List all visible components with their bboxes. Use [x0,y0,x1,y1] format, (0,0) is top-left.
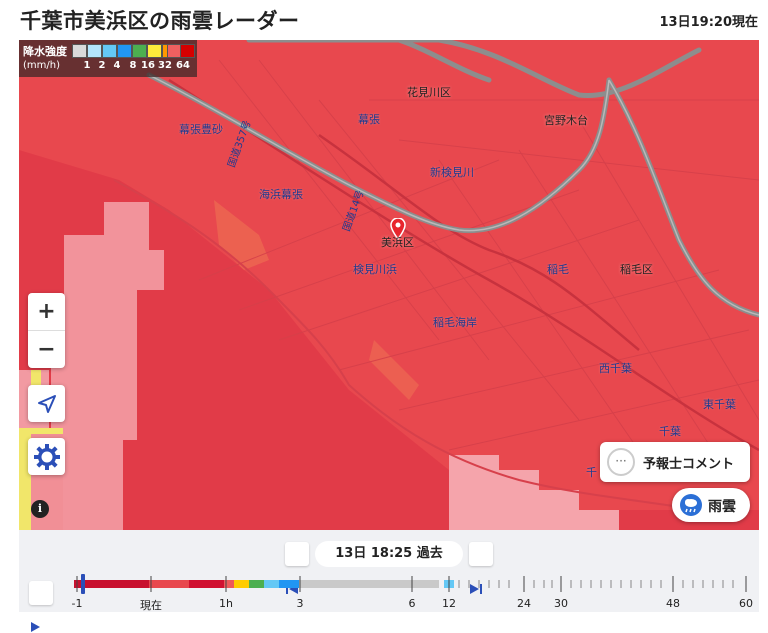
legend-value: 2 [98,60,106,71]
map-label-chiba: 千葉 [659,425,681,438]
timeline-tick-label: 24 [517,597,531,610]
map-label-chi-partial: 千 [586,466,597,479]
timeline-panel: 13日 18:25 過去 -1 現在 1h 3 6 12 24 30 48 60 [19,530,759,632]
current-timestamp: 13日19:20現在 [659,15,758,30]
timeline-tick-label: 6 [408,597,416,610]
legend-value: 64 [176,60,190,71]
legend-swatch [117,44,132,58]
legend-title: 降水強度 [23,45,67,58]
settings-button[interactable] [28,438,65,475]
zoom-control: + − [28,293,65,368]
legend-swatch [180,44,195,58]
legend-value: 1 [83,60,91,71]
timeline-minor-ticks [458,580,734,588]
zoom-in-button[interactable]: + [28,293,65,330]
timeline-history-segments [74,580,454,588]
timeline-track[interactable] [19,570,759,600]
map-label-miyanogidai: 宮野木台 [544,114,588,127]
page-title: 千葉市美浜区の雨雲レーダー [20,9,300,33]
map-label-higashi-chiba: 東千葉 [703,398,736,411]
rain-cloud-label: 雨雲 [708,499,736,515]
map-label-makuhari: 幕張 [358,113,380,126]
header: 千葉市美浜区の雨雲レーダー 13日19:20現在 [0,0,768,40]
map-label-kemigawahama: 検見川浜 [353,263,397,276]
rain-cloud-toggle-button[interactable]: 雨雲 [672,488,750,522]
step-forward-button[interactable] [469,542,493,594]
timeline-tick-label: 60 [739,597,753,610]
map-label-makuhari-toyosuna: 幕張豊砂 [179,123,223,136]
legend-swatch [132,44,147,58]
map-label-mihama-ku: 美浜区 [381,236,414,249]
navigation-arrow-icon [37,394,56,413]
timeline-tick-label: 現在 [140,599,162,612]
legend-swatch [72,44,87,58]
map-label-shinkemigawa: 新検見川 [430,166,474,179]
precipitation-legend: 降水強度 (mm/h) 1 2 4 8 16 32 64 [19,40,197,77]
map-label-inage-ku: 稲毛区 [620,263,653,276]
forecaster-comment-button[interactable]: ··· 予報士コメント [600,442,750,482]
legend-swatch [87,44,102,58]
play-icon [31,622,40,632]
legend-value: 4 [113,60,121,71]
rain-cloud-icon [680,494,702,516]
timeline-tick-label: 48 [666,597,680,610]
timeline-tick-label: 30 [554,597,568,610]
timeline-playhead[interactable] [81,574,85,594]
gear-icon [33,443,60,470]
zoom-out-button[interactable]: − [28,331,65,368]
step-back-button[interactable] [285,542,309,594]
current-frame-time: 13日 18:25 過去 [315,541,463,567]
timeline-tick-label: -1 [71,597,83,610]
legend-value: 16 [141,60,155,71]
legend-swatch [102,44,117,58]
map-label-nishi-chiba: 西千葉 [599,362,632,375]
map-label-hanamigawa-ku: 花見川区 [407,86,451,99]
map-label-inage: 稲毛 [547,263,569,276]
radar-map[interactable]: 国道357号 国道14号 花見川区 幕張 宮野木台 幕張豊砂 新検見川 海浜幕張… [19,40,759,530]
timeline-tick-label: 12 [442,597,456,610]
ellipsis-icon: ··· [607,448,635,476]
map-label-kaihin-makuhari: 海浜幕張 [259,188,303,201]
map-label-inage-kaigan: 稲毛海岸 [433,316,477,329]
timeline-tick-label: 1h [219,597,233,610]
legend-value: 8 [129,60,137,71]
info-button[interactable]: i [31,500,49,518]
forecaster-comment-label: 予報士コメント [643,457,735,472]
locate-button[interactable] [28,385,65,422]
legend-value: 32 [158,60,172,71]
legend-unit: (mm/h) [23,60,60,71]
legend-swatch [147,44,162,58]
timeline-tick-label: 3 [296,597,304,610]
